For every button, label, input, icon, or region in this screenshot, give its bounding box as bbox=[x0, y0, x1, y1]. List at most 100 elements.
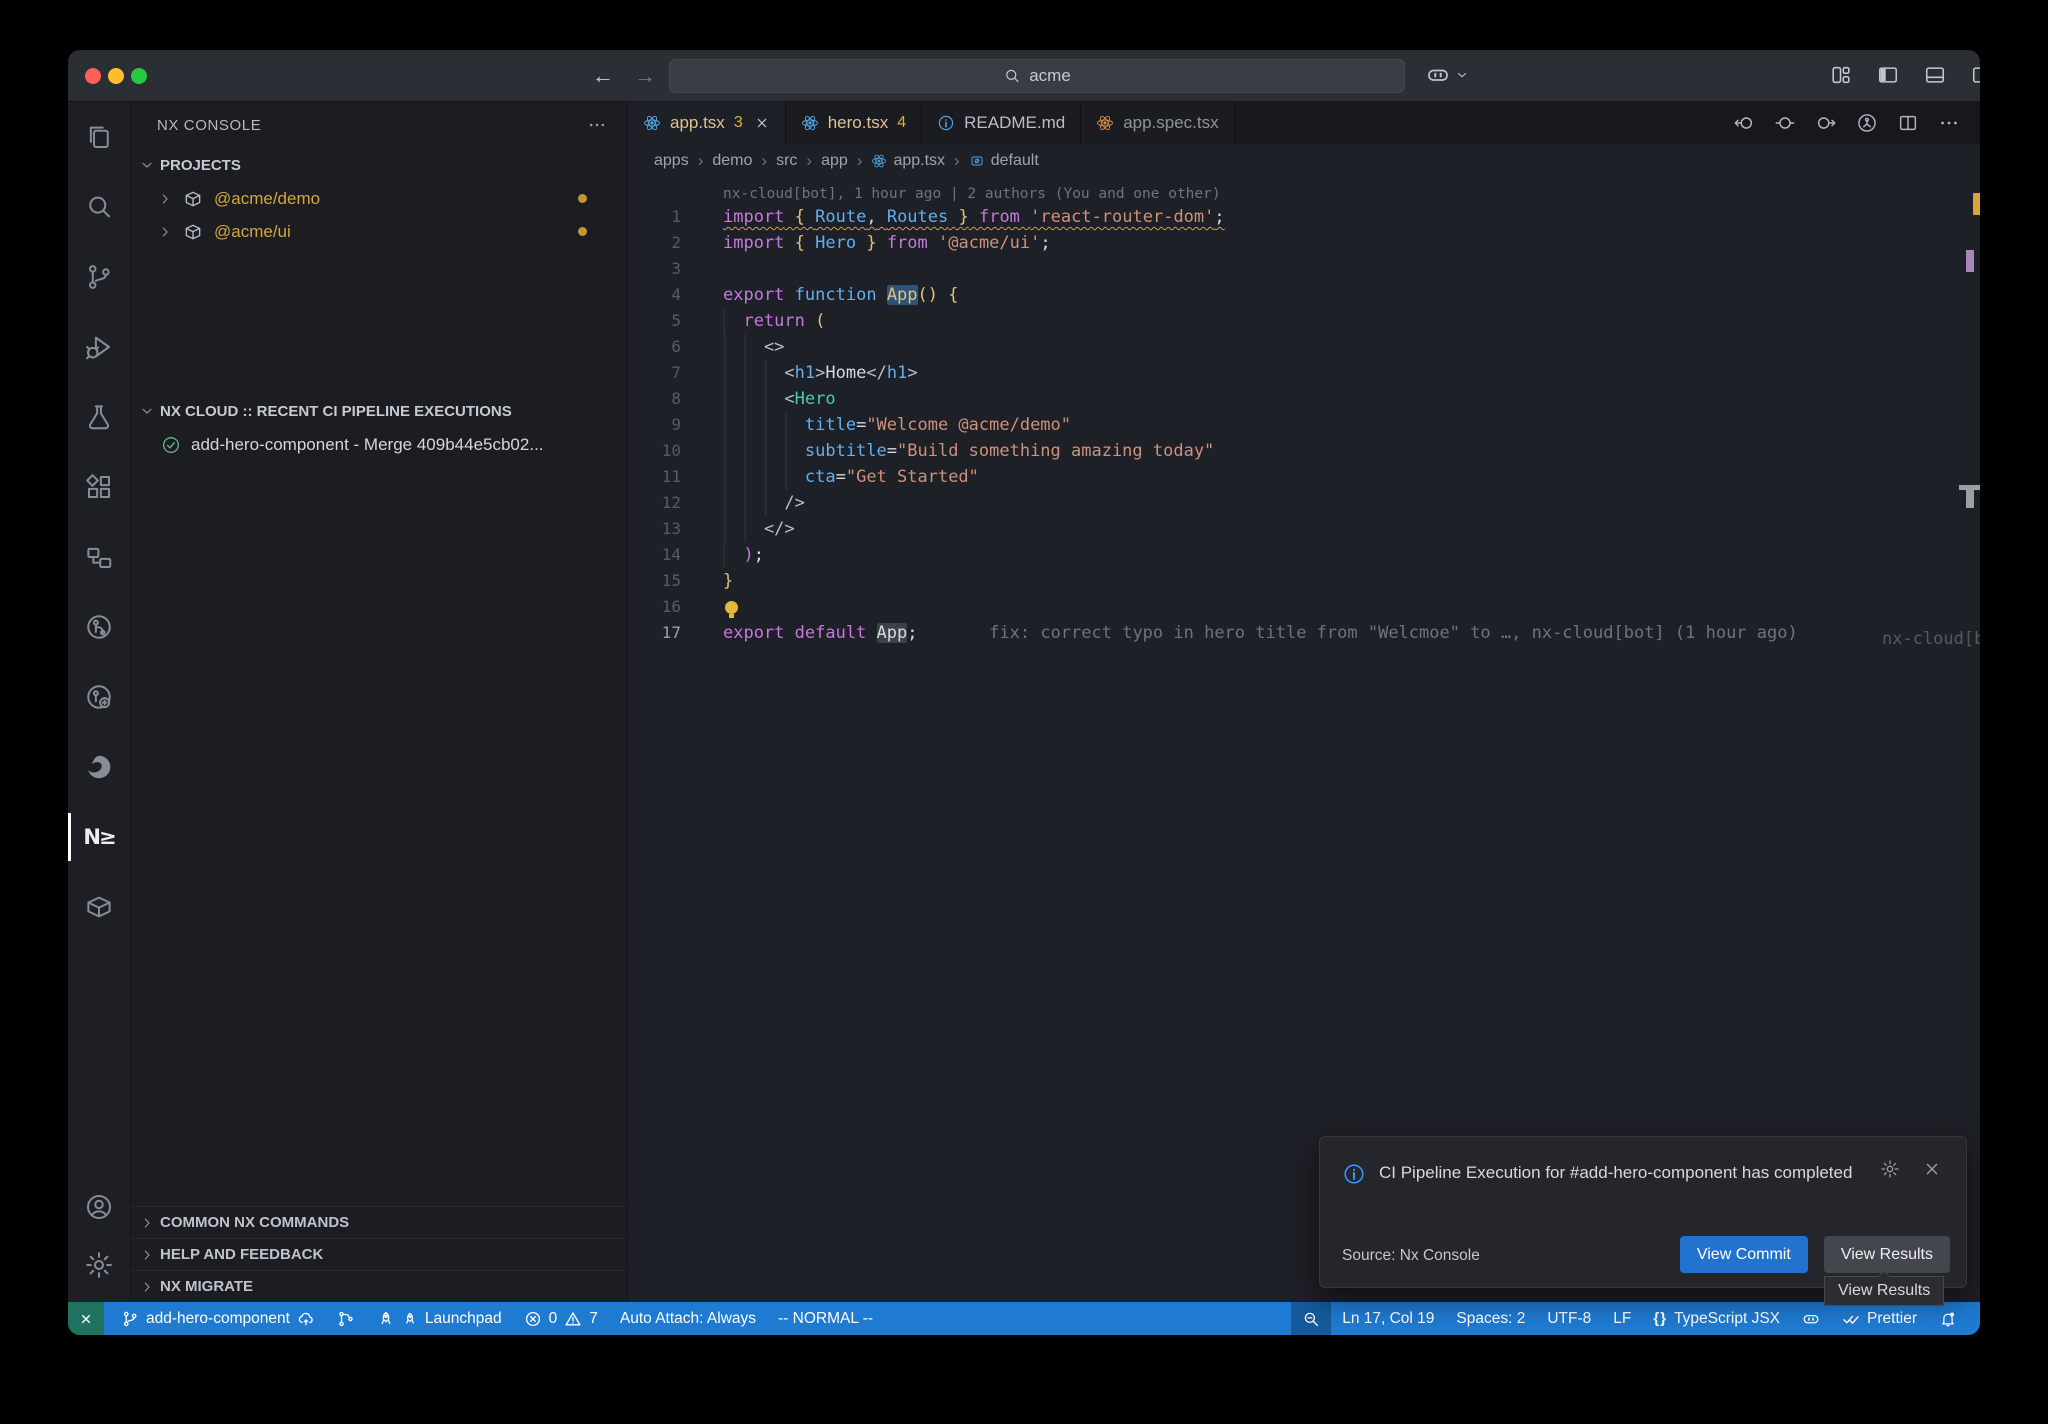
more-actions-icon[interactable] bbox=[1938, 112, 1960, 134]
run-debug-icon[interactable] bbox=[68, 312, 130, 382]
tab-label: app.tsx bbox=[670, 113, 725, 133]
breadcrumb-label: apps bbox=[654, 152, 689, 170]
pipeline-status[interactable] bbox=[326, 1302, 366, 1335]
git-graph-icon bbox=[84, 612, 114, 642]
breadcrumb-item-default[interactable]: default bbox=[969, 152, 1039, 170]
copilot-menu[interactable] bbox=[1426, 63, 1469, 87]
copilot-status[interactable] bbox=[1791, 1302, 1831, 1335]
code-line-4: 4export function App() { bbox=[628, 282, 1980, 308]
vim-mode[interactable]: -- NORMAL -- bbox=[767, 1302, 884, 1335]
code-line-7: 7<h1>Home</h1> bbox=[628, 360, 1980, 386]
collapsed-section-help-and-feedback[interactable]: HELP AND FEEDBACK bbox=[131, 1238, 627, 1270]
inline-git-blame: fix: correct typo in hero title from "We… bbox=[989, 623, 1798, 643]
project-tree-item[interactable]: @acme/ui bbox=[131, 215, 627, 248]
gitlens-icon[interactable] bbox=[68, 662, 130, 732]
containers-icon[interactable] bbox=[68, 872, 130, 942]
remote-indicator[interactable] bbox=[68, 1302, 104, 1335]
launchpad[interactable]: Launchpad bbox=[366, 1302, 513, 1335]
tab-app-spec-tsx[interactable]: app.spec.tsx bbox=[1081, 102, 1234, 144]
overview-ruler-cursor-mark-stem bbox=[1966, 490, 1974, 508]
sidebar: NX CONSOLE PROJECTS@acme/demo@acme/ui NX… bbox=[131, 102, 628, 1302]
code-line-content bbox=[708, 594, 738, 620]
more-actions-icon[interactable] bbox=[587, 115, 607, 135]
source-control-icon[interactable] bbox=[68, 242, 130, 312]
nx-console-icon[interactable]: N≥ bbox=[68, 802, 130, 872]
accounts-icon[interactable] bbox=[68, 1178, 130, 1236]
projects-section-header[interactable]: PROJECTS bbox=[131, 148, 627, 182]
collapsed-section-nx-migrate[interactable]: NX MIGRATE bbox=[131, 1270, 627, 1302]
maximize-window-button[interactable] bbox=[131, 68, 147, 84]
nav-back-icon[interactable] bbox=[1733, 112, 1755, 134]
encoding[interactable]: UTF-8 bbox=[1536, 1302, 1602, 1335]
tab-app-tsx[interactable]: app.tsx 3 bbox=[628, 102, 786, 144]
search-icon bbox=[1003, 67, 1021, 85]
code-line-content: cta="Get Started" bbox=[708, 464, 979, 490]
command-center-search[interactable]: acme bbox=[669, 59, 1405, 93]
notification-settings-gear-icon[interactable] bbox=[1880, 1159, 1900, 1179]
cursor-position[interactable]: Ln 17, Col 19 bbox=[1331, 1302, 1445, 1335]
toggle-secondary-sidebar-icon[interactable] bbox=[1971, 64, 1980, 86]
breadcrumb-item-src[interactable]: src bbox=[776, 152, 797, 170]
extensions-icon[interactable] bbox=[68, 452, 130, 522]
notification-buttons: View Commit View Results bbox=[1680, 1236, 1950, 1273]
close-window-button[interactable] bbox=[85, 68, 101, 84]
project-graph-icon[interactable] bbox=[68, 522, 130, 592]
copilot-icon bbox=[1426, 63, 1450, 87]
edge-tools-icon[interactable] bbox=[68, 732, 130, 802]
pipeline-execution-item[interactable]: add-hero-component - Merge 409b44e5cb02.… bbox=[131, 428, 627, 461]
notifications-bell[interactable] bbox=[1928, 1302, 1968, 1335]
error-circle-icon bbox=[524, 1310, 542, 1328]
customize-layout-icon[interactable] bbox=[1830, 64, 1852, 86]
modified-dot bbox=[578, 227, 587, 236]
section-header-label: NX CLOUD :: RECENT CI PIPELINE EXECUTION… bbox=[160, 403, 512, 420]
zoom-indicator[interactable] bbox=[1291, 1302, 1331, 1335]
notification-toast: CI Pipeline Execution for #add-hero-comp… bbox=[1319, 1136, 1967, 1288]
search-icon bbox=[84, 192, 114, 222]
formatter[interactable]: Prettier bbox=[1831, 1302, 1928, 1335]
code-line-6: 6<> bbox=[628, 334, 1980, 360]
line-number: 13 bbox=[628, 516, 708, 542]
view-results-button[interactable]: View Results bbox=[1824, 1236, 1950, 1273]
breadcrumb-item-app[interactable]: app bbox=[821, 152, 848, 170]
settings-gear-icon[interactable] bbox=[68, 1236, 130, 1294]
toggle-sidebar-icon[interactable] bbox=[1877, 64, 1899, 86]
tab-hero-tsx[interactable]: hero.tsx4 bbox=[786, 102, 922, 144]
eol[interactable]: LF bbox=[1602, 1302, 1642, 1335]
view-commit-button[interactable]: View Commit bbox=[1680, 1236, 1808, 1273]
notification-close-icon[interactable] bbox=[1922, 1159, 1942, 1179]
line-number: 14 bbox=[628, 542, 708, 568]
nav-back-arrow-icon[interactable]: ← bbox=[592, 63, 614, 89]
nav-forward-icon[interactable] bbox=[1815, 112, 1837, 134]
breadcrumb-separator: › bbox=[698, 151, 704, 171]
minimize-window-button[interactable] bbox=[108, 68, 124, 84]
nav-forward-arrow-icon[interactable]: → bbox=[634, 63, 656, 89]
collapsed-section-common-nx-commands[interactable]: COMMON NX COMMANDS bbox=[131, 1206, 627, 1238]
explorer-icon[interactable] bbox=[68, 102, 130, 172]
code-editor[interactable]: nx-cloud[bot], 1 hour ago | 2 authors (Y… bbox=[628, 178, 1980, 1302]
cloud-up-icon bbox=[297, 1310, 315, 1328]
breadcrumb-item-app-tsx[interactable]: app.tsx bbox=[871, 152, 945, 170]
gitlens-icon bbox=[84, 682, 114, 712]
git-graph-icon[interactable] bbox=[68, 592, 130, 662]
toggle-panel-icon[interactable] bbox=[1924, 64, 1946, 86]
split-editor-icon[interactable] bbox=[1897, 112, 1919, 134]
nav-circle-icon[interactable] bbox=[1774, 112, 1796, 134]
breadcrumb-item-demo[interactable]: demo bbox=[712, 152, 752, 170]
search-icon[interactable] bbox=[68, 172, 130, 242]
lightbulb-icon[interactable] bbox=[725, 601, 738, 614]
modified-dot bbox=[578, 194, 587, 203]
auto-attach[interactable]: Auto Attach: Always bbox=[609, 1302, 767, 1335]
nx-cloud-section-header[interactable]: NX CLOUD :: RECENT CI PIPELINE EXECUTION… bbox=[131, 394, 627, 428]
indentation[interactable]: Spaces: 2 bbox=[1445, 1302, 1536, 1335]
tab-README-md[interactable]: README.md bbox=[922, 102, 1081, 144]
project-tree-item[interactable]: @acme/demo bbox=[131, 182, 627, 215]
testing-icon[interactable] bbox=[68, 382, 130, 452]
close-icon[interactable] bbox=[754, 115, 770, 131]
breadcrumb-item-apps[interactable]: apps bbox=[654, 152, 689, 170]
language-mode[interactable]: {}TypeScript JSX bbox=[1642, 1302, 1791, 1335]
run-commit-graph-icon[interactable] bbox=[1856, 112, 1878, 134]
breadcrumb-separator: › bbox=[954, 151, 960, 171]
problems[interactable]: 07 bbox=[513, 1302, 609, 1335]
tab-problems-badge: 3 bbox=[734, 114, 743, 132]
branch-status[interactable]: add-hero-component bbox=[110, 1302, 326, 1335]
